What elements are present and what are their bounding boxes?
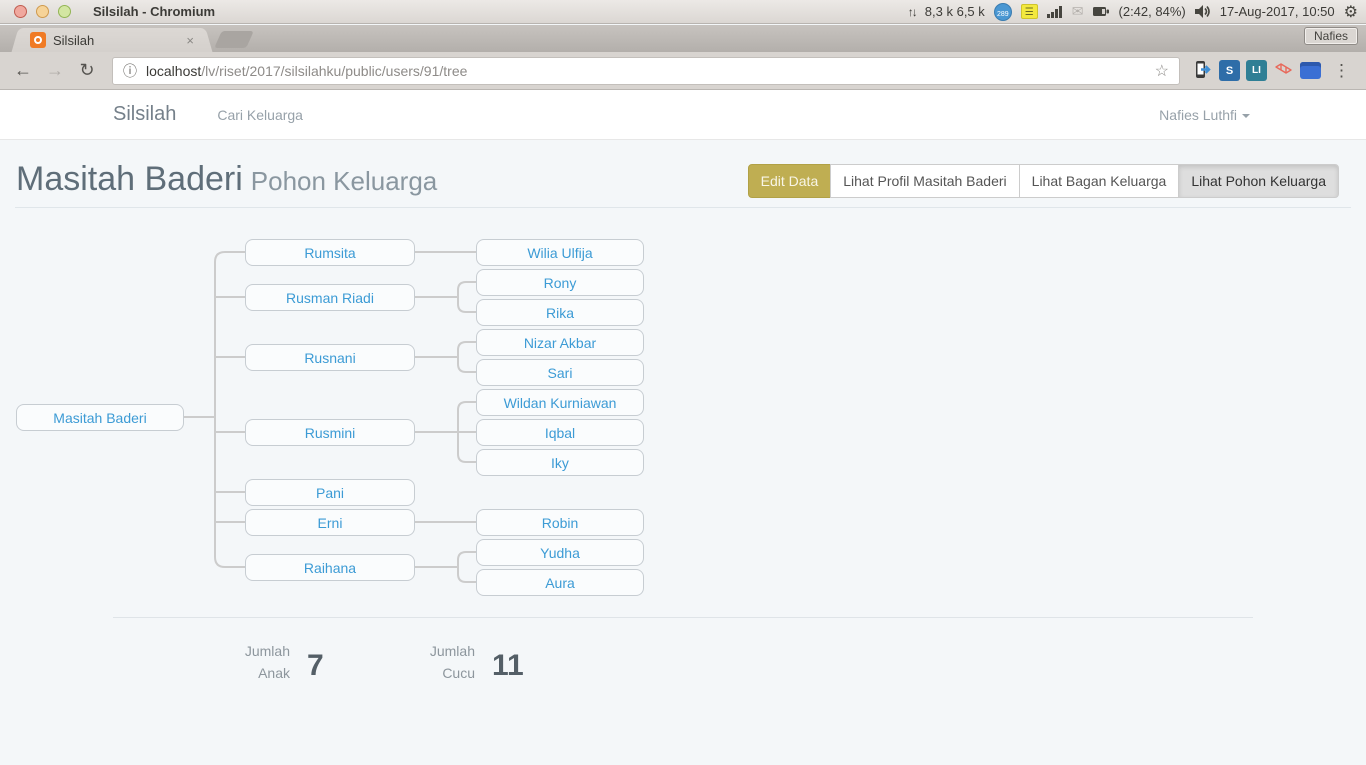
laravel-extension-icon[interactable] <box>1273 60 1294 81</box>
tab-close-icon[interactable]: × <box>186 33 194 48</box>
window-title: Silsilah - Chromium <box>93 4 215 19</box>
window-minimize-button[interactable] <box>36 5 49 18</box>
tree-node-grandchild[interactable]: Robin <box>476 509 644 536</box>
family-tree: Masitah Baderi Rumsita Rusman Riadi Rusn… <box>0 230 700 610</box>
s-extension-icon[interactable]: S <box>1219 60 1240 81</box>
network-speed: 8,3 k 6,5 k <box>925 4 985 19</box>
site-navbar: Silsilah Cari Keluarga Nafies Luthfi <box>0 90 1366 140</box>
xampp-favicon-icon <box>30 32 46 48</box>
user-name: Nafies Luthfi <box>1159 107 1237 123</box>
tree-node-grandchild[interactable]: Yudha <box>476 539 644 566</box>
stat-value: 7 <box>307 649 324 684</box>
stat-label: JumlahCucu <box>415 640 475 684</box>
clock: 17-Aug-2017, 10:50 <box>1220 4 1335 19</box>
keyboard-layout-badge: Nafies <box>1304 27 1358 45</box>
system-panel: Silsilah - Chromium ↑↓ 8,3 k 6,5 k 289 ☰… <box>0 0 1366 24</box>
tree-node-child[interactable]: Rusnani <box>245 344 415 371</box>
page-subtitle: Pohon Keluarga <box>251 166 437 196</box>
page-content: Masitah Baderi Pohon Keluarga Edit Data L… <box>0 140 1366 765</box>
address-bar[interactable]: ⓘ localhost /lv/riset/2017/silsilahku/pu… <box>112 57 1180 85</box>
stat-label: JumlahAnak <box>230 640 290 684</box>
tab-title: Silsilah <box>53 33 94 48</box>
tree-node-grandchild[interactable]: Iqbal <box>476 419 644 446</box>
tree-node-grandchild[interactable]: Wildan Kurniawan <box>476 389 644 416</box>
network-traffic-icon[interactable]: ↑↓ <box>908 5 916 19</box>
page-info-icon[interactable]: ⓘ <box>123 61 137 81</box>
url-path: /lv/riset/2017/silsilahku/public/users/9… <box>201 63 467 79</box>
lihat-profil-button[interactable]: Lihat Profil Masitah Baderi <box>830 164 1019 198</box>
phone-extension-icon[interactable] <box>1192 60 1213 81</box>
window-close-button[interactable] <box>14 5 27 18</box>
chevron-down-icon <box>1242 114 1250 118</box>
nav-link-cari-keluarga[interactable]: Cari Keluarga <box>217 107 303 123</box>
li-extension-icon[interactable]: LI <box>1246 60 1267 81</box>
mail-icon[interactable]: ✉ <box>1072 3 1084 20</box>
signal-bars-icon[interactable] <box>1047 6 1063 18</box>
stat-jumlah-cucu: JumlahCucu 11 <box>415 640 524 684</box>
tree-node-root[interactable]: Masitah Baderi <box>16 404 184 431</box>
url-host: localhost <box>146 63 201 79</box>
stat-value: 11 <box>492 649 524 684</box>
header-divider <box>15 207 1351 208</box>
new-tab-button[interactable] <box>214 31 254 48</box>
tree-node-child[interactable]: Rusmini <box>245 419 415 446</box>
system-tray: ↑↓ 8,3 k 6,5 k 289 ☰ ✉ (2:42, 84%) 17-Au… <box>908 2 1366 22</box>
lihat-pohon-button[interactable]: Lihat Pohon Keluarga <box>1178 164 1339 198</box>
tree-node-grandchild[interactable]: Rony <box>476 269 644 296</box>
window-controls <box>14 5 71 18</box>
stats-divider <box>113 617 1253 618</box>
tree-node-grandchild[interactable]: Iky <box>476 449 644 476</box>
battery-status: (2:42, 84%) <box>1119 4 1186 19</box>
tree-node-child[interactable]: Pani <box>245 479 415 506</box>
browser-tab-silsilah[interactable]: Silsilah × <box>22 28 202 52</box>
user-dropdown[interactable]: Nafies Luthfi <box>1159 107 1250 123</box>
edit-data-button[interactable]: Edit Data <box>748 164 832 198</box>
bookmark-star-icon[interactable]: ☆ <box>1155 61 1169 81</box>
tab-strip: Silsilah × <box>0 25 1366 52</box>
task-list-icon[interactable]: ☰ <box>1021 4 1038 19</box>
forward-icon[interactable]: → <box>42 60 68 81</box>
tree-node-grandchild[interactable]: Sari <box>476 359 644 386</box>
tree-node-child[interactable]: Rusman Riadi <box>245 284 415 311</box>
view-button-group: Edit Data Lihat Profil Masitah Baderi Li… <box>748 164 1339 198</box>
volume-icon[interactable] <box>1195 5 1211 18</box>
tree-node-child[interactable]: Erni <box>245 509 415 536</box>
indicator-badge-icon[interactable]: 289 <box>994 3 1012 21</box>
tree-node-child[interactable]: Rumsita <box>245 239 415 266</box>
brand-link[interactable]: Silsilah <box>113 103 176 126</box>
tree-node-grandchild[interactable]: Wilia Ulfija <box>476 239 644 266</box>
tree-node-grandchild[interactable]: Nizar Akbar <box>476 329 644 356</box>
box-extension-icon[interactable] <box>1300 62 1321 79</box>
tree-node-grandchild[interactable]: Aura <box>476 569 644 596</box>
lihat-bagan-button[interactable]: Lihat Bagan Keluarga <box>1019 164 1180 198</box>
reload-icon[interactable]: ↻ <box>74 60 100 81</box>
stat-jumlah-anak: JumlahAnak 7 <box>230 640 324 684</box>
tree-node-child[interactable]: Raihana <box>245 554 415 581</box>
tree-node-grandchild[interactable]: Rika <box>476 299 644 326</box>
window-maximize-button[interactable] <box>58 5 71 18</box>
browser-menu-icon[interactable]: ⋮ <box>1327 61 1356 81</box>
browser-toolbar: ← → ↻ ⓘ localhost /lv/riset/2017/silsila… <box>0 52 1366 90</box>
person-name: Masitah Baderi <box>16 160 243 198</box>
page-title: Masitah Baderi Pohon Keluarga <box>16 160 437 199</box>
gear-icon[interactable]: ⚙ <box>1344 2 1358 22</box>
back-icon[interactable]: ← <box>10 60 36 81</box>
battery-icon[interactable] <box>1093 6 1110 17</box>
